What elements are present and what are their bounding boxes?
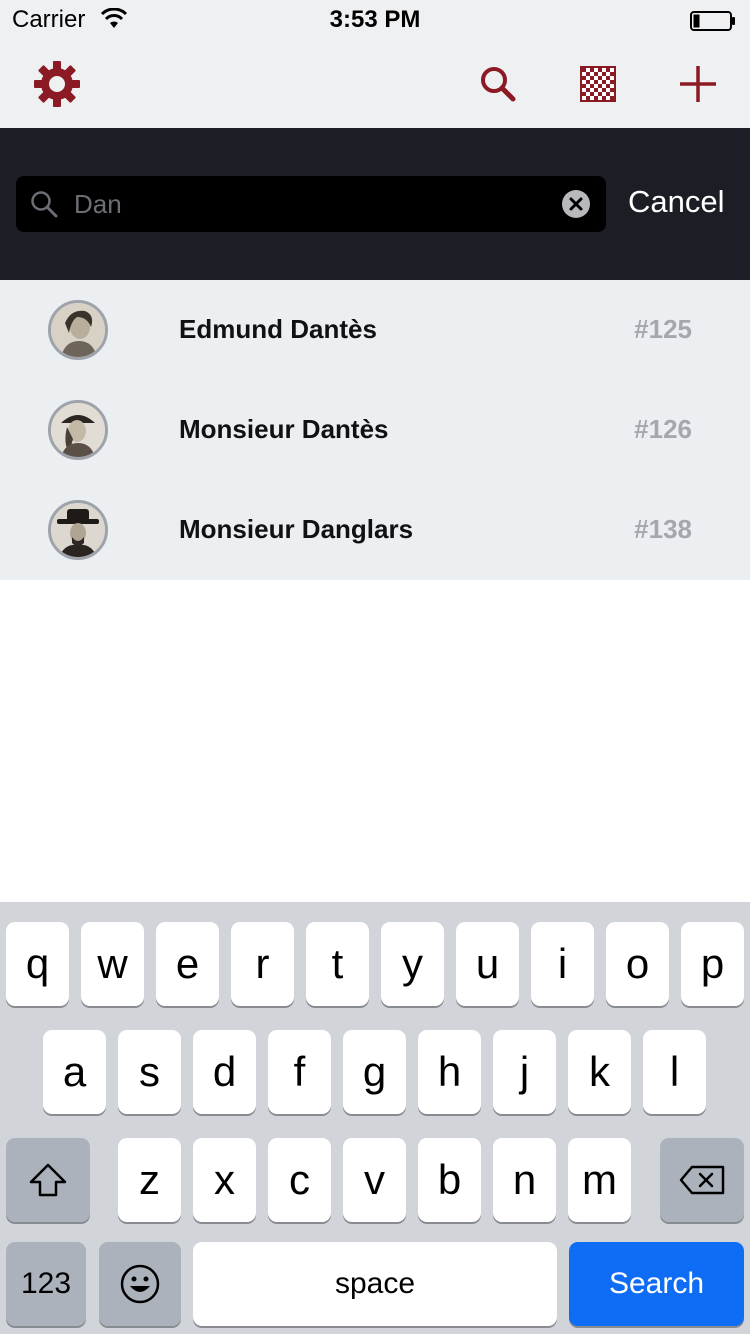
list-item[interactable]: Edmund Dantès #125 xyxy=(0,280,750,380)
list-item[interactable]: Monsieur Danglars #138 xyxy=(0,480,750,580)
key-b[interactable]: b xyxy=(418,1138,481,1222)
numbers-key[interactable]: 123 xyxy=(6,1242,86,1326)
key-u[interactable]: u xyxy=(456,922,519,1006)
gear-icon xyxy=(34,61,80,107)
search-key[interactable]: Search xyxy=(569,1242,744,1326)
avatar xyxy=(48,300,108,360)
space-key[interactable]: space xyxy=(193,1242,557,1326)
key-d[interactable]: d xyxy=(193,1030,256,1114)
grid-icon xyxy=(580,66,616,102)
result-number: #126 xyxy=(634,414,692,444)
key-j[interactable]: j xyxy=(493,1030,556,1114)
key-m[interactable]: m xyxy=(568,1138,631,1222)
search-input[interactable] xyxy=(74,184,554,224)
status-bar: Carrier 3:53 PM xyxy=(0,0,750,40)
keyboard: q w e r t y u i o p a s d f g h j k l z … xyxy=(0,902,750,1334)
key-n[interactable]: n xyxy=(493,1138,556,1222)
portrait-image xyxy=(51,403,105,457)
cancel-button[interactable]: Cancel xyxy=(628,184,725,220)
delete-key[interactable] xyxy=(660,1138,744,1222)
toolbar xyxy=(0,40,750,128)
key-r[interactable]: r xyxy=(231,922,294,1006)
key-g[interactable]: g xyxy=(343,1030,406,1114)
key-x[interactable]: x xyxy=(193,1138,256,1222)
clock: 3:53 PM xyxy=(329,6,421,33)
key-t[interactable]: t xyxy=(306,922,369,1006)
portrait-image xyxy=(51,303,105,357)
key-c[interactable]: c xyxy=(268,1138,331,1222)
result-number: #138 xyxy=(634,514,692,544)
key-e[interactable]: e xyxy=(156,922,219,1006)
list-item[interactable]: Monsieur Dantès #126 xyxy=(0,380,750,480)
result-number: #125 xyxy=(634,314,692,344)
key-k[interactable]: k xyxy=(568,1030,631,1114)
search-button[interactable] xyxy=(472,58,524,110)
result-name: Monsieur Danglars xyxy=(179,514,414,544)
emoji-icon xyxy=(120,1264,160,1304)
settings-button[interactable] xyxy=(31,58,83,110)
add-button[interactable] xyxy=(672,58,724,110)
result-name: Monsieur Dantès xyxy=(179,414,389,444)
key-i[interactable]: i xyxy=(531,922,594,1006)
avatar xyxy=(48,400,108,460)
key-a[interactable]: a xyxy=(43,1030,106,1114)
battery-icon xyxy=(690,11,735,31)
search-icon xyxy=(481,67,516,102)
portrait-image xyxy=(51,503,105,557)
shift-icon xyxy=(29,1163,67,1197)
key-h[interactable]: h xyxy=(418,1030,481,1114)
key-l[interactable]: l xyxy=(643,1030,706,1114)
avatar xyxy=(48,500,108,560)
key-s[interactable]: s xyxy=(118,1030,181,1114)
key-o[interactable]: o xyxy=(606,922,669,1006)
result-name: Edmund Dantès xyxy=(179,314,377,344)
key-v[interactable]: v xyxy=(343,1138,406,1222)
key-y[interactable]: y xyxy=(381,922,444,1006)
grid-button[interactable] xyxy=(572,58,624,110)
results-list: Edmund Dantès #125 Monsieur Dantès #126 xyxy=(0,280,750,580)
clear-icon[interactable] xyxy=(562,190,590,218)
search-bar: Cancel xyxy=(0,128,750,280)
key-p[interactable]: p xyxy=(681,922,744,1006)
search-field[interactable] xyxy=(16,176,606,232)
key-f[interactable]: f xyxy=(268,1030,331,1114)
emoji-key[interactable] xyxy=(99,1242,181,1326)
shift-key[interactable] xyxy=(6,1138,90,1222)
key-w[interactable]: w xyxy=(81,922,144,1006)
plus-icon xyxy=(680,66,716,102)
backspace-icon xyxy=(679,1165,725,1195)
key-q[interactable]: q xyxy=(6,922,69,1006)
magnifier-icon xyxy=(31,191,58,218)
key-z[interactable]: z xyxy=(118,1138,181,1222)
